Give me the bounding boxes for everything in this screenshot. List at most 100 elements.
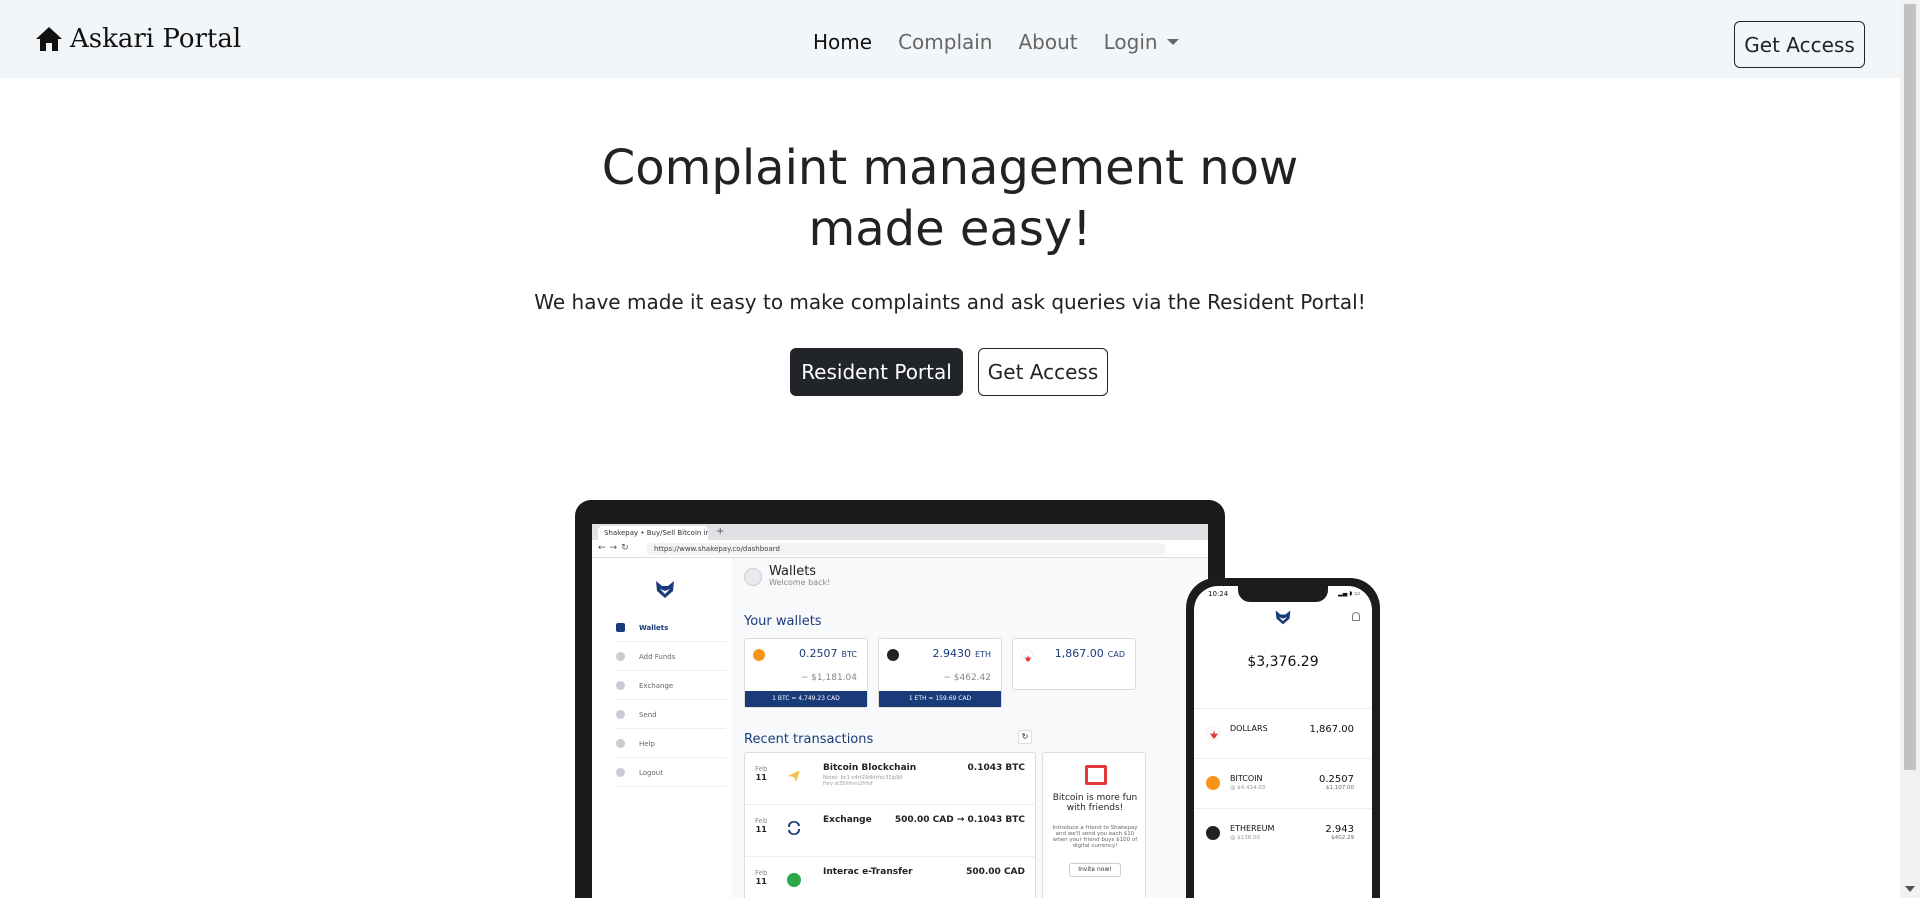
phone-notch <box>1238 586 1328 602</box>
transaction-row: Feb 11 Interac e-Transfer 500.00 CAD <box>745 857 1035 898</box>
help-icon <box>616 739 625 748</box>
exchange-arrows-icon <box>788 821 800 835</box>
wallet-value: 1,867.00 <box>1054 647 1104 660</box>
tx-date: Feb 11 <box>755 869 767 886</box>
referral-promo: Bitcoin is more fun with friends! Introd… <box>1042 752 1146 898</box>
phone-time: 10:24 <box>1208 590 1229 598</box>
nav-about[interactable]: About <box>1006 30 1091 54</box>
wallet-card-eth: 2.9430 ETH ~ $462.42 1 ETH = 159.69 CAD <box>878 638 1002 708</box>
scroll-down-icon[interactable] <box>1905 886 1915 892</box>
phone-row-fiat: $402.29 <box>1331 835 1354 841</box>
phone-row-ethereum: ETHEREUM @ $136.00 2.943 $402.29 <box>1194 808 1372 858</box>
hero-title: Complaint management now made easy! <box>0 138 1900 260</box>
tx-day: 11 <box>755 825 767 834</box>
app-side-send: Send <box>616 701 726 729</box>
wallet-card-btc: 0.2507 BTC ~ $1,181.04 1 BTC = 4,749.23 C… <box>744 638 868 708</box>
tx-day: 11 <box>755 877 767 886</box>
phone-row-fiat: $1,107.00 <box>1326 785 1354 791</box>
tx-date: Feb 11 <box>755 765 767 782</box>
nav-complain[interactable]: Complain <box>885 30 1005 54</box>
wallet-value: 2.9430 <box>932 647 972 660</box>
app-side-label: Send <box>639 710 657 719</box>
browser-bar: ←→↻ https://www.shakepay.co/dashboard <box>592 540 1208 558</box>
laptop-mockup: Shakepay • Buy/Sell Bitcoin in ... + ←→↻… <box>575 500 1225 898</box>
tx-name: Exchange <box>823 815 872 825</box>
your-wallets-title: Your wallets <box>744 614 822 629</box>
phone-row-sub: @ $4,414.03 <box>1230 785 1266 791</box>
fox-logo-icon <box>656 581 674 598</box>
app-side-label: Wallets <box>639 623 669 632</box>
nav-login-label: Login <box>1103 30 1158 54</box>
wallets-header-text: Wallets Welcome back! <box>769 564 831 587</box>
wallet-rate: 1 ETH = 159.69 CAD <box>879 691 1001 707</box>
wallets-title: Wallets <box>769 564 817 579</box>
recent-transactions-title: Recent transactions <box>744 732 874 747</box>
app-side-label: Logout <box>639 768 663 777</box>
canada-flag-icon <box>1206 726 1220 740</box>
app-side-label: Help <box>639 739 655 748</box>
signal-wifi-battery-icon: ▂▄ ◗ ▭ <box>1338 590 1360 597</box>
wallet-currency: ETH <box>975 650 991 659</box>
brand-name: Askari Portal <box>70 24 242 54</box>
transaction-row: Feb 11 Bitcoin Blockchain Notes: bc1 n4rf… <box>745 753 1035 805</box>
phone-mockup: 10:24 ▂▄ ◗ ▭ $3,376.29 DOLLARS 1,867.00 … <box>1186 578 1380 898</box>
page: Askari Portal Home Complain About Login … <box>0 0 1900 898</box>
caret-down-icon <box>1166 39 1179 45</box>
tx-amount: 0.1043 BTC <box>967 763 1025 773</box>
tx-name: Interac e-Transfer <box>823 867 913 877</box>
nav-links: Home Complain About Login <box>800 30 1192 54</box>
wallet-currency: BTC <box>841 650 858 659</box>
transaction-row: Feb 11 Exchange 500.00 CAD → 0.1043 BTC <box>745 805 1035 857</box>
nav-get-access-button[interactable]: Get Access <box>1734 21 1865 68</box>
wallets-subtitle: Welcome back! <box>769 578 831 587</box>
tx-amount: 500.00 CAD → 0.1043 BTC <box>894 815 1025 825</box>
get-access-button[interactable]: Get Access <box>978 348 1108 396</box>
phone-screen: 10:24 ▂▄ ◗ ▭ $3,376.29 DOLLARS 1,867.00 … <box>1194 586 1372 898</box>
phone-row-dollars: DOLLARS 1,867.00 <box>1194 708 1372 758</box>
wallets-header-icon <box>744 567 762 586</box>
plus-circle-icon <box>787 873 801 887</box>
resident-portal-button[interactable]: Resident Portal <box>790 348 963 396</box>
browser-nav-icons: ←→↻ <box>598 543 633 553</box>
phone-row-value: 0.2507 $1,107.00 <box>1319 774 1354 791</box>
phone-row-name: DOLLARS <box>1230 724 1268 733</box>
browser-url: https://www.shakepay.co/dashboard <box>646 543 1166 555</box>
refresh-icon: ↻ <box>1018 730 1032 744</box>
laptop-screen: Shakepay • Buy/Sell Bitcoin in ... + ←→↻… <box>592 524 1208 898</box>
hero-buttons: Resident Portal Get Access <box>790 348 1108 396</box>
home-icon <box>36 27 62 51</box>
bell-icon <box>1352 612 1360 621</box>
page-scrollbar[interactable] <box>1900 0 1920 898</box>
nav-home[interactable]: Home <box>800 30 885 54</box>
app-side-logout: Logout <box>616 759 726 787</box>
canada-flag-icon <box>1021 649 1033 662</box>
app-side-add-funds: Add Funds <box>616 643 726 671</box>
phone-row-amount: 2.943 <box>1325 824 1354 835</box>
brand-link[interactable]: Askari Portal <box>34 24 241 54</box>
tx-day: 11 <box>755 773 767 782</box>
wallet-fiat: ~ $462.42 <box>943 673 991 683</box>
phone-balance: $3,376.29 <box>1247 654 1319 670</box>
app-side-wallets: Wallets <box>616 614 726 642</box>
phone-row-value: 2.943 $402.29 <box>1325 824 1354 841</box>
phone-row-bitcoin: BITCOIN @ $4,414.03 0.2507 $1,107.00 <box>1194 758 1372 808</box>
wallet-currency: CAD <box>1107 650 1125 659</box>
send-icon <box>616 710 625 719</box>
ethereum-icon <box>887 649 899 661</box>
logout-icon <box>616 768 625 777</box>
tx-note: Notes: bc1 n4rf29dkfrfxc32jp9jf fnrv st3… <box>823 775 903 787</box>
app-sidebar: Wallets Add Funds Exchange Send Help Log… <box>592 558 732 898</box>
phone-row-value: 1,867.00 <box>1309 724 1354 735</box>
nav-login-dropdown[interactable]: Login <box>1091 30 1192 54</box>
exchange-icon <box>616 681 625 690</box>
phone-row-name: ETHEREUM <box>1230 824 1275 833</box>
tx-month: Feb <box>755 765 768 773</box>
phone-row-amount: 0.2507 <box>1319 774 1354 785</box>
tx-amount: 500.00 CAD <box>966 867 1025 877</box>
scrollbar-thumb[interactable] <box>1904 4 1916 770</box>
promo-title: Bitcoin is more fun with friends! <box>1052 793 1138 813</box>
app-side-exchange: Exchange <box>616 672 726 700</box>
wallet-rate: 1 BTC = 4,749.23 CAD <box>745 691 867 707</box>
wallet-fiat: ~ $1,181.04 <box>800 673 857 683</box>
wallets-header: Wallets Welcome back! <box>744 564 831 587</box>
